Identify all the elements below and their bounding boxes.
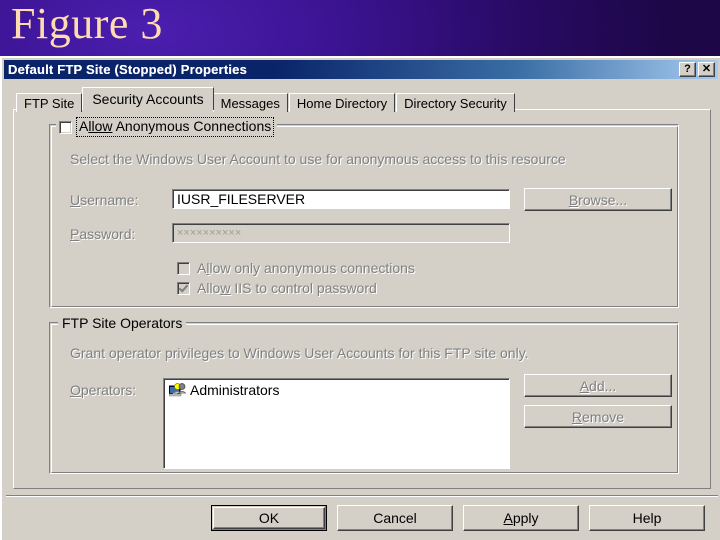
add-operator-button[interactable]: Add... xyxy=(524,374,672,397)
help-button-label: Help xyxy=(632,510,662,526)
password-value: ×××××××××× xyxy=(177,227,242,239)
allow-anonymous-connections-checkbox[interactable]: Allow Anonymous Connections xyxy=(56,117,278,137)
checkbox-box xyxy=(177,261,190,275)
password-label: Password: xyxy=(70,226,136,242)
dialog-titlebar[interactable]: Default FTP Site (Stopped) Properties ? … xyxy=(4,60,718,79)
operators-listbox[interactable]: Administrators xyxy=(163,378,510,469)
tab-strip: FTP Site Security Accounts Messages Home… xyxy=(16,87,516,112)
allow-anonymous-connections-label: Allow Anonymous Connections xyxy=(79,118,272,134)
help-button[interactable]: Help xyxy=(589,505,705,531)
operators-description: Grant operator privileges to Windows Use… xyxy=(70,345,529,361)
titlebar-button-group: ? ✕ xyxy=(679,62,715,77)
cancel-button[interactable]: Cancel xyxy=(337,505,453,531)
ok-button[interactable]: OK xyxy=(211,505,327,531)
focus-rectangle: Allow Anonymous Connections xyxy=(76,117,275,137)
tab-ftp-site[interactable]: FTP Site xyxy=(16,93,83,112)
username-label: Username: xyxy=(70,192,139,208)
checkbox-box xyxy=(177,281,190,295)
dialog-title-text: Default FTP Site (Stopped) Properties xyxy=(8,62,248,77)
browse-button[interactable]: Browse... xyxy=(524,188,672,211)
browse-button-label: Browse... xyxy=(568,191,628,208)
operators-label: Operators: xyxy=(70,382,137,398)
ftp-site-operators-legend: FTP Site Operators xyxy=(58,315,187,331)
local-group-icon xyxy=(168,382,187,398)
allow-iis-control-password-checkbox[interactable]: Allow IIS to control password xyxy=(177,280,377,296)
tab-directory-security[interactable]: Directory Security xyxy=(396,93,515,112)
allow-only-anonymous-label: Allow only anonymous connections xyxy=(197,260,415,276)
list-item-label: Administrators xyxy=(190,382,280,398)
slide-title: Figure 3 xyxy=(11,0,163,48)
apply-button[interactable]: Apply xyxy=(463,505,579,531)
allow-only-anonymous-checkbox[interactable]: Allow only anonymous connections xyxy=(177,260,415,276)
ok-button-label: OK xyxy=(258,510,280,526)
remove-operator-button-label: Remove xyxy=(571,408,625,425)
allow-iis-control-password-label: Allow IIS to control password xyxy=(197,280,377,296)
tab-home-directory[interactable]: Home Directory xyxy=(288,93,396,112)
tab-security-accounts[interactable]: Security Accounts xyxy=(82,87,214,110)
anonymous-description: Select the Windows User Account to use f… xyxy=(70,151,566,167)
tab-page-security-accounts: Allow Anonymous Connections Select the W… xyxy=(13,109,711,489)
checkbox-box xyxy=(59,120,72,134)
close-icon[interactable]: ✕ xyxy=(698,62,715,77)
remove-operator-button[interactable]: Remove xyxy=(524,405,672,428)
username-input[interactable]: IUSR_FILESERVER xyxy=(172,189,510,209)
tab-messages[interactable]: Messages xyxy=(212,93,288,112)
footer-divider xyxy=(6,495,718,497)
properties-dialog: Default FTP Site (Stopped) Properties ? … xyxy=(0,56,720,540)
add-operator-button-label: Add... xyxy=(579,377,617,394)
help-icon[interactable]: ? xyxy=(679,62,696,77)
password-input[interactable]: ×××××××××× xyxy=(172,223,510,243)
cancel-button-label: Cancel xyxy=(373,510,417,526)
username-value: IUSR_FILESERVER xyxy=(177,191,306,207)
apply-button-label: Apply xyxy=(503,510,539,526)
list-item[interactable]: Administrators xyxy=(164,379,509,398)
presentation-slide: Figure 3 Default FTP Site (Stopped) Prop… xyxy=(0,0,720,540)
